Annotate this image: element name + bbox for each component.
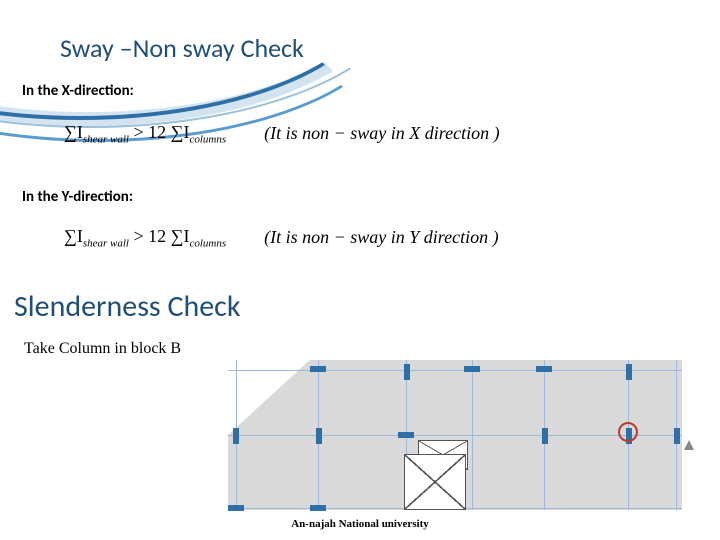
footer-university: An-najah National university — [0, 518, 720, 530]
label-y-direction: In the Y-direction: — [22, 188, 133, 206]
formula-y-direction: ∑Ishear wall > 12 ∑Icolumns (It is non −… — [64, 226, 499, 250]
selected-column-marker — [618, 422, 638, 442]
floor-plan-diagram — [228, 360, 698, 510]
label-x-direction: In the X-direction: — [22, 82, 134, 100]
decorative-swoosh — [0, 0, 380, 140]
triangle-marker — [684, 440, 694, 450]
section-title-slenderness: Slenderness Check — [14, 288, 240, 325]
take-column-label: Take Column in block B — [24, 340, 181, 358]
result-y: (It is non − sway in Y direction ) — [264, 227, 498, 248]
void-opening — [404, 454, 466, 510]
formula-x-direction: ∑Ishear wall > 12 ∑Icolumns (It is non −… — [64, 122, 500, 146]
section-title-sway: Sway –Non sway Check — [60, 32, 304, 64]
result-x: (It is non − sway in X direction ) — [264, 123, 499, 144]
